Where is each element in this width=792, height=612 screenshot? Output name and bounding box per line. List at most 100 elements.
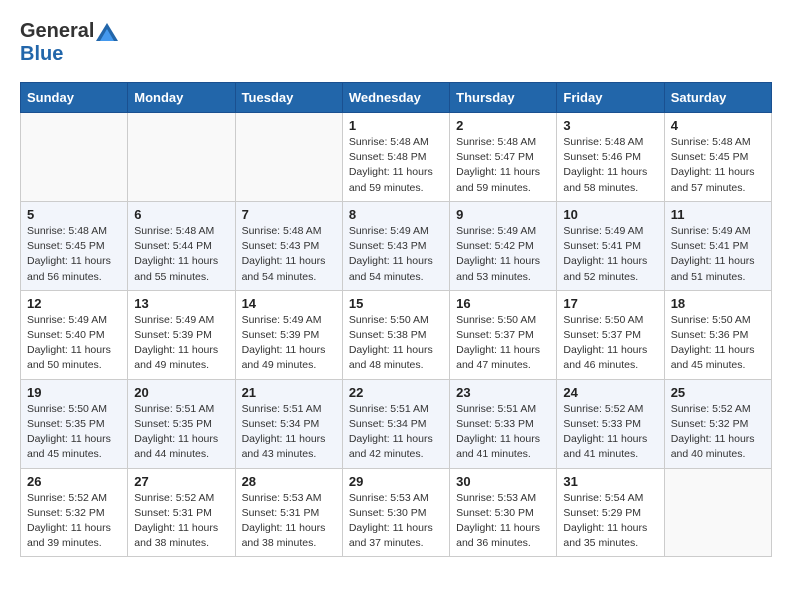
day-number: 13 [134, 296, 228, 311]
day-info: Sunrise: 5:49 AMSunset: 5:42 PMDaylight:… [456, 224, 550, 285]
calendar-cell: 5 Sunrise: 5:48 AMSunset: 5:45 PMDaylight… [21, 201, 128, 290]
logo-blue: Blue [20, 43, 118, 66]
day-info: Sunrise: 5:49 AMSunset: 5:39 PMDaylight:… [242, 313, 336, 374]
calendar-cell: 25 Sunrise: 5:52 AMSunset: 5:32 PMDayligh… [664, 379, 771, 468]
day-number: 29 [349, 474, 443, 489]
day-number: 14 [242, 296, 336, 311]
calendar-cell: 1 Sunrise: 5:48 AMSunset: 5:48 PMDaylight… [342, 113, 449, 202]
day-number: 28 [242, 474, 336, 489]
calendar-week-5: 26 Sunrise: 5:52 AMSunset: 5:32 PMDayligh… [21, 468, 772, 557]
calendar-cell: 27 Sunrise: 5:52 AMSunset: 5:31 PMDayligh… [128, 468, 235, 557]
day-number: 12 [27, 296, 121, 311]
calendar-cell [235, 113, 342, 202]
day-info: Sunrise: 5:50 AMSunset: 5:37 PMDaylight:… [563, 313, 657, 374]
calendar-week-4: 19Sunrise: 5:50 AMSunset: 5:35 PMDayligh… [21, 379, 772, 468]
day-info: Sunrise: 5:51 AMSunset: 5:33 PMDaylight:… [456, 402, 550, 463]
day-number: 21 [242, 385, 336, 400]
calendar-cell: 24 Sunrise: 5:52 AMSunset: 5:33 PMDayligh… [557, 379, 664, 468]
day-info: Sunrise: 5:50 AMSunset: 5:37 PMDaylight:… [456, 313, 550, 374]
calendar-week-3: 12 Sunrise: 5:49 AMSunset: 5:40 PMDayligh… [21, 290, 772, 379]
calendar-week-1: 1 Sunrise: 5:48 AMSunset: 5:48 PMDaylight… [21, 113, 772, 202]
calendar-cell: 30 Sunrise: 5:53 AMSunset: 5:30 PMDayligh… [450, 468, 557, 557]
weekday-header-sunday: Sunday [21, 83, 128, 113]
calendar-cell: 9 Sunrise: 5:49 AMSunset: 5:42 PMDaylight… [450, 201, 557, 290]
day-info: Sunrise: 5:49 AMSunset: 5:39 PMDaylight:… [134, 313, 228, 374]
calendar-header-row: SundayMondayTuesdayWednesdayThursdayFrid… [21, 83, 772, 113]
weekday-header-monday: Monday [128, 83, 235, 113]
weekday-header-tuesday: Tuesday [235, 83, 342, 113]
calendar-cell: 7Sunrise: 5:48 AMSunset: 5:43 PMDaylight… [235, 201, 342, 290]
calendar-cell: 21Sunrise: 5:51 AMSunset: 5:34 PMDayligh… [235, 379, 342, 468]
day-number: 8 [349, 207, 443, 222]
day-number: 3 [563, 118, 657, 133]
calendar-cell: 2 Sunrise: 5:48 AMSunset: 5:47 PMDaylight… [450, 113, 557, 202]
calendar-cell: 18 Sunrise: 5:50 AMSunset: 5:36 PMDayligh… [664, 290, 771, 379]
calendar-cell: 3 Sunrise: 5:48 AMSunset: 5:46 PMDaylight… [557, 113, 664, 202]
calendar-cell [128, 113, 235, 202]
logo-icon [96, 23, 118, 41]
day-number: 30 [456, 474, 550, 489]
day-number: 19 [27, 385, 121, 400]
day-info: Sunrise: 5:51 AMSunset: 5:35 PMDaylight:… [134, 402, 228, 463]
day-number: 31 [563, 474, 657, 489]
day-info: Sunrise: 5:52 AMSunset: 5:32 PMDaylight:… [671, 402, 765, 463]
day-info: Sunrise: 5:50 AMSunset: 5:36 PMDaylight:… [671, 313, 765, 374]
day-number: 25 [671, 385, 765, 400]
day-number: 23 [456, 385, 550, 400]
calendar-cell: 20 Sunrise: 5:51 AMSunset: 5:35 PMDayligh… [128, 379, 235, 468]
day-info: Sunrise: 5:48 AMSunset: 5:48 PMDaylight:… [349, 135, 443, 196]
day-number: 6 [134, 207, 228, 222]
weekday-header-saturday: Saturday [664, 83, 771, 113]
page-header: General Blue [20, 20, 772, 66]
day-info: Sunrise: 5:48 AMSunset: 5:46 PMDaylight:… [563, 135, 657, 196]
logo-general: General [20, 20, 94, 42]
calendar-cell: 31 Sunrise: 5:54 AMSunset: 5:29 PMDayligh… [557, 468, 664, 557]
day-info: Sunrise: 5:52 AMSunset: 5:33 PMDaylight:… [563, 402, 657, 463]
calendar-cell: 22Sunrise: 5:51 AMSunset: 5:34 PMDayligh… [342, 379, 449, 468]
day-number: 20 [134, 385, 228, 400]
day-info: Sunrise: 5:48 AMSunset: 5:44 PMDaylight:… [134, 224, 228, 285]
day-number: 15 [349, 296, 443, 311]
calendar-week-2: 5 Sunrise: 5:48 AMSunset: 5:45 PMDaylight… [21, 201, 772, 290]
day-number: 5 [27, 207, 121, 222]
day-number: 27 [134, 474, 228, 489]
day-info: Sunrise: 5:52 AMSunset: 5:32 PMDaylight:… [27, 491, 121, 552]
calendar-cell: 6 Sunrise: 5:48 AMSunset: 5:44 PMDaylight… [128, 201, 235, 290]
day-info: Sunrise: 5:48 AMSunset: 5:47 PMDaylight:… [456, 135, 550, 196]
day-info: Sunrise: 5:53 AMSunset: 5:30 PMDaylight:… [456, 491, 550, 552]
day-info: Sunrise: 5:48 AMSunset: 5:45 PMDaylight:… [671, 135, 765, 196]
day-info: Sunrise: 5:52 AMSunset: 5:31 PMDaylight:… [134, 491, 228, 552]
day-number: 2 [456, 118, 550, 133]
calendar-cell: 19Sunrise: 5:50 AMSunset: 5:35 PMDayligh… [21, 379, 128, 468]
day-info: Sunrise: 5:49 AMSunset: 5:41 PMDaylight:… [563, 224, 657, 285]
day-number: 17 [563, 296, 657, 311]
day-number: 7 [242, 207, 336, 222]
day-number: 9 [456, 207, 550, 222]
day-number: 16 [456, 296, 550, 311]
calendar-cell: 13 Sunrise: 5:49 AMSunset: 5:39 PMDayligh… [128, 290, 235, 379]
calendar-cell: 4Sunrise: 5:48 AMSunset: 5:45 PMDaylight… [664, 113, 771, 202]
day-info: Sunrise: 5:53 AMSunset: 5:31 PMDaylight:… [242, 491, 336, 552]
day-number: 18 [671, 296, 765, 311]
day-number: 22 [349, 385, 443, 400]
calendar-cell: 12 Sunrise: 5:49 AMSunset: 5:40 PMDayligh… [21, 290, 128, 379]
day-info: Sunrise: 5:50 AMSunset: 5:38 PMDaylight:… [349, 313, 443, 374]
day-info: Sunrise: 5:49 AMSunset: 5:43 PMDaylight:… [349, 224, 443, 285]
day-info: Sunrise: 5:48 AMSunset: 5:45 PMDaylight:… [27, 224, 121, 285]
day-number: 24 [563, 385, 657, 400]
calendar-cell [664, 468, 771, 557]
day-info: Sunrise: 5:54 AMSunset: 5:29 PMDaylight:… [563, 491, 657, 552]
day-number: 26 [27, 474, 121, 489]
day-info: Sunrise: 5:53 AMSunset: 5:30 PMDaylight:… [349, 491, 443, 552]
day-number: 1 [349, 118, 443, 133]
calendar-cell: 17 Sunrise: 5:50 AMSunset: 5:37 PMDayligh… [557, 290, 664, 379]
day-number: 10 [563, 207, 657, 222]
calendar-cell: 29 Sunrise: 5:53 AMSunset: 5:30 PMDayligh… [342, 468, 449, 557]
calendar-cell [21, 113, 128, 202]
calendar-cell: 15 Sunrise: 5:50 AMSunset: 5:38 PMDayligh… [342, 290, 449, 379]
calendar-cell: 16 Sunrise: 5:50 AMSunset: 5:37 PMDayligh… [450, 290, 557, 379]
weekday-header-wednesday: Wednesday [342, 83, 449, 113]
calendar-cell: 26 Sunrise: 5:52 AMSunset: 5:32 PMDayligh… [21, 468, 128, 557]
weekday-header-thursday: Thursday [450, 83, 557, 113]
day-info: Sunrise: 5:49 AMSunset: 5:40 PMDaylight:… [27, 313, 121, 374]
